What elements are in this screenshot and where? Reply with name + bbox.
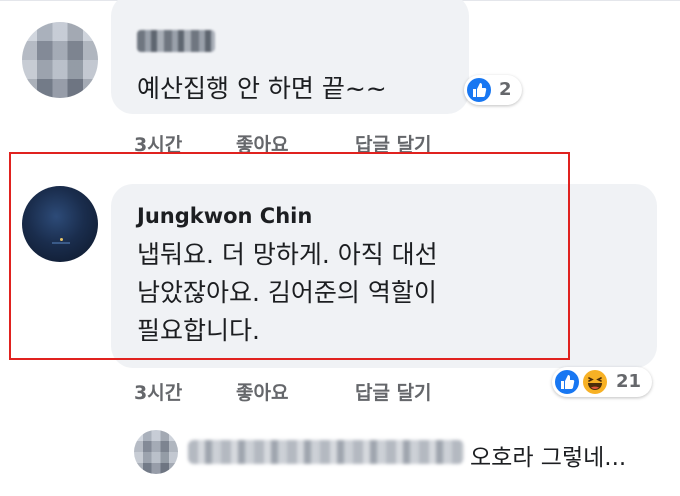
- reply-author-blurred: [188, 440, 464, 464]
- like-reaction-icon: [465, 76, 493, 104]
- comment-text: 예산집행 안 하면 끝~~: [137, 74, 387, 103]
- reply-preview-text: 오호라 그렇네...: [470, 445, 627, 471]
- reply-avatar: [134, 430, 178, 474]
- reaction-count: 2: [499, 79, 512, 100]
- comment-bubble: 예산집행 안 하면 끝~~: [111, 0, 469, 114]
- timestamp-link[interactable]: 3시간: [134, 378, 182, 405]
- highlight-box: [9, 152, 570, 360]
- like-button[interactable]: 좋아요: [236, 378, 288, 405]
- reply-button[interactable]: 답글 달기: [355, 378, 432, 405]
- comment-author-blurred[interactable]: [137, 30, 215, 52]
- reaction-summary[interactable]: 2: [464, 75, 522, 105]
- comment-actions: 3시간 좋아요 답글 달기: [0, 378, 680, 406]
- reply-preview-row[interactable]: 오호라 그렇네...: [0, 426, 680, 478]
- avatar[interactable]: [22, 22, 98, 98]
